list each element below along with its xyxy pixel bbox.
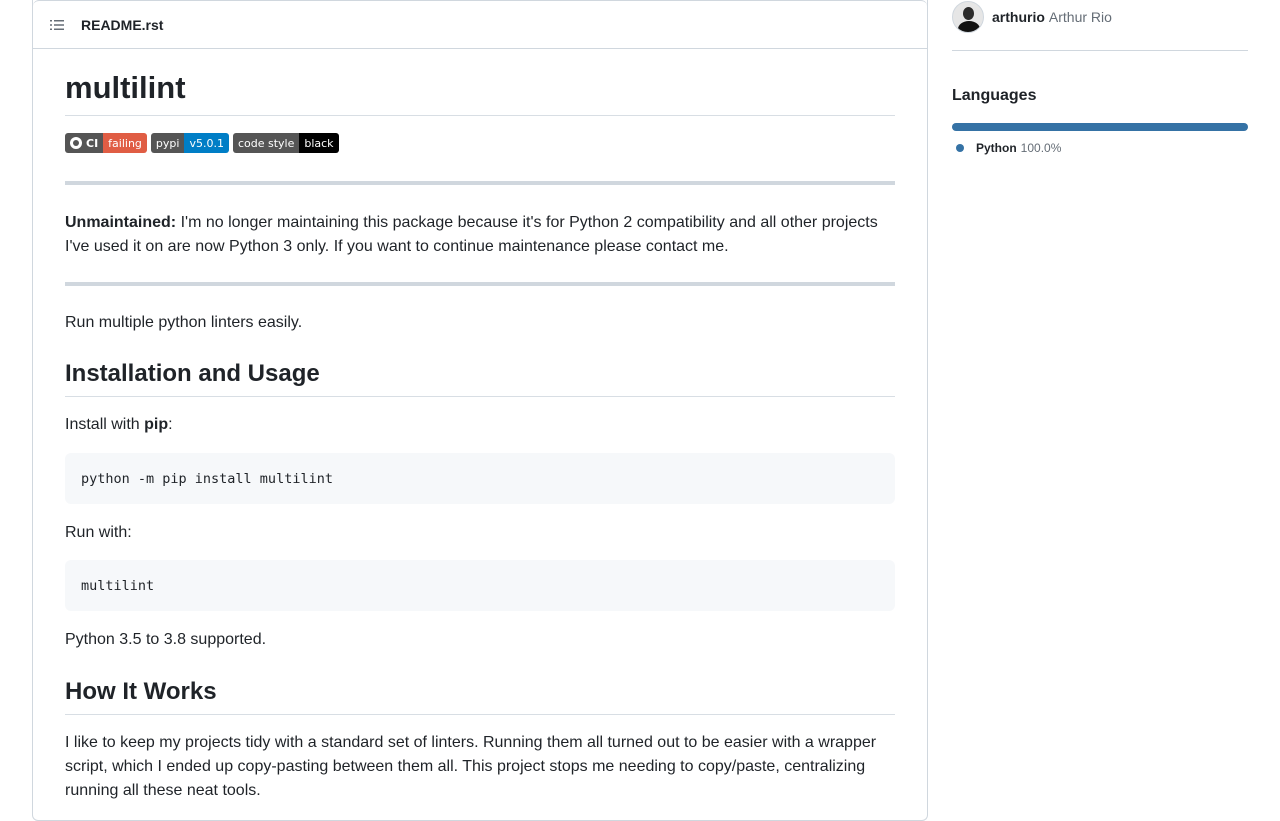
supported-versions-text: Python 3.5 to 3.8 supported. [65, 631, 267, 648]
ci-badge-label: CI [86, 136, 99, 150]
pypi-badge-label: pypi [150, 133, 185, 153]
badge-row: CI failing pypi v5.0.1 code style black [65, 133, 339, 153]
install-pip: pip [144, 416, 169, 433]
contributor-row[interactable]: arthurio Arthur Rio [952, 0, 1248, 51]
run-code: multilint [81, 577, 155, 594]
avatar[interactable] [952, 1, 984, 33]
install-prefix: Install with [65, 416, 145, 433]
install-code-block[interactable]: python -m pip install multilint [65, 453, 895, 504]
code-style-badge-label: code style [232, 133, 300, 153]
intro-text: Run multiple python linters easily. [65, 314, 303, 331]
unmaintained-label: Unmaintained: [65, 214, 177, 231]
github-icon [70, 137, 82, 149]
horizontal-rule [65, 181, 895, 185]
horizontal-rule [65, 282, 895, 286]
ci-badge[interactable]: CI failing [65, 133, 147, 153]
install-code: python -m pip install multilint [81, 470, 333, 487]
ci-badge-status: failing [103, 133, 147, 153]
unmaintained-notice: Unmaintained: I'm no longer maintaining … [65, 211, 895, 259]
run-code-block[interactable]: multilint [65, 560, 895, 611]
readme-filename[interactable]: README.rst [81, 17, 163, 33]
pypi-badge[interactable]: pypi v5.0.1 [150, 133, 229, 153]
install-instruction: Install with pip: [65, 413, 895, 437]
contributor-name: Arthur Rio [1048, 9, 1112, 25]
pypi-badge-version: v5.0.1 [184, 133, 229, 153]
readme-panel: README.rst multilint CI failing pypi v5.… [32, 0, 928, 821]
how-it-works-text: I like to keep my projects tidy with a s… [65, 734, 877, 799]
code-style-badge-value: black [299, 133, 339, 153]
language-percentage: 100.0% [1020, 141, 1062, 155]
readme-title: multilint [65, 69, 895, 116]
repo-sidebar: arthurio Arthur Rio Languages Python 100… [952, 0, 1248, 155]
install-suffix: : [168, 416, 173, 433]
run-with-text: Run with: [65, 524, 132, 541]
outline-list-icon[interactable] [49, 17, 65, 33]
code-style-badge[interactable]: code style black [232, 133, 339, 153]
section-heading-installation: Installation and Usage [65, 359, 895, 397]
contributor-login[interactable]: arthurio [992, 9, 1045, 25]
language-color-dot [956, 144, 964, 152]
unmaintained-text: I'm no longer maintaining this package b… [65, 214, 878, 255]
language-name: Python [976, 141, 1017, 155]
readme-header: README.rst [33, 0, 927, 49]
language-bar [952, 123, 1248, 131]
section-heading-how-it-works: How It Works [65, 677, 895, 715]
language-item-python[interactable]: Python 100.0% [956, 141, 1248, 155]
languages-heading: Languages [952, 87, 1037, 104]
